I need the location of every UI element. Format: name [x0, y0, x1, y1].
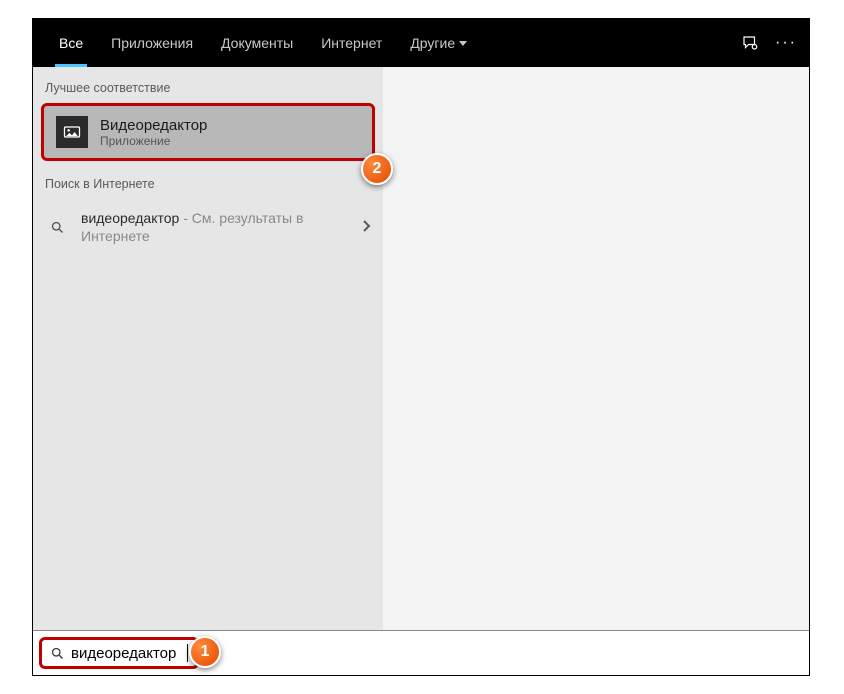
annotation-callout-1: 1 [189, 636, 221, 668]
results-left-column: Лучшее соответствие Видеоредактор Прилож… [33, 67, 383, 630]
tab-all[interactable]: Все [45, 19, 97, 67]
best-match-subtitle: Приложение [100, 134, 207, 148]
tabs-container: Все Приложения Документы Интернет Другие [45, 19, 481, 67]
best-match-result[interactable]: Видеоредактор Приложение [41, 103, 375, 161]
feedback-icon[interactable] [741, 34, 759, 52]
section-best-match-label: Лучшее соответствие [33, 69, 383, 103]
best-match-text: Видеоредактор Приложение [100, 117, 207, 148]
web-result-text: видеоредактор - См. результаты в Интерне… [81, 209, 349, 245]
best-match-title: Видеоредактор [100, 117, 207, 134]
text-caret [187, 644, 188, 662]
search-icon [45, 215, 69, 239]
tab-other[interactable]: Другие [396, 19, 481, 67]
tab-apps[interactable]: Приложения [97, 19, 207, 67]
chevron-down-icon [459, 41, 467, 46]
tab-documents[interactable]: Документы [207, 19, 307, 67]
search-bar [33, 630, 809, 675]
search-input[interactable] [71, 645, 181, 662]
filter-tabs-bar: Все Приложения Документы Интернет Другие… [33, 19, 809, 67]
results-area: Лучшее соответствие Видеоредактор Прилож… [33, 67, 809, 630]
more-options-button[interactable]: ··· [775, 34, 797, 52]
search-box[interactable] [39, 637, 199, 669]
results-right-column [383, 67, 809, 630]
chevron-right-icon[interactable] [361, 219, 371, 236]
tab-internet[interactable]: Интернет [307, 19, 396, 67]
search-panel: Все Приложения Документы Интернет Другие… [32, 18, 810, 676]
section-web-search-label: Поиск в Интернете [33, 165, 383, 199]
top-right-controls: ··· [741, 34, 797, 52]
annotation-callout-2: 2 [361, 153, 393, 185]
web-result-query: видеоредактор [81, 210, 179, 226]
tab-other-label: Другие [410, 35, 455, 51]
search-icon [50, 646, 65, 661]
web-search-result[interactable]: видеоредактор - См. результаты в Интерне… [33, 199, 383, 255]
video-editor-icon [56, 116, 88, 148]
